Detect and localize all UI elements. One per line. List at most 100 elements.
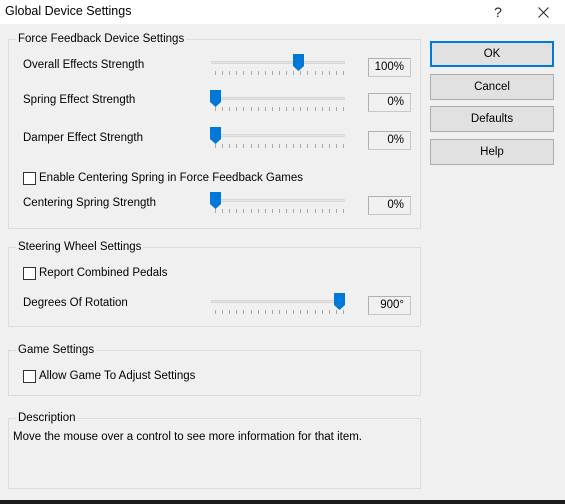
slider-track[interactable] bbox=[211, 97, 345, 100]
slider-ticks bbox=[215, 107, 344, 111]
slider-thumb[interactable] bbox=[293, 54, 305, 71]
slider-tick bbox=[250, 107, 252, 111]
slider-tick bbox=[215, 71, 216, 75]
slider-tick bbox=[307, 144, 309, 148]
slider-tick bbox=[257, 144, 259, 148]
cancel-button[interactable]: Cancel bbox=[430, 74, 554, 100]
slider-tick bbox=[314, 209, 316, 213]
slider-tick bbox=[328, 310, 330, 314]
slider-tick bbox=[229, 310, 231, 314]
spring-effect-label: Spring Effect Strength bbox=[23, 94, 136, 106]
report-combined-pedals-label: Report Combined Pedals bbox=[39, 267, 168, 279]
slider-thumb[interactable] bbox=[210, 192, 221, 209]
slider-tick bbox=[222, 107, 224, 111]
degrees-of-rotation-value: 900° bbox=[368, 296, 411, 315]
slider-tick bbox=[335, 144, 337, 148]
damper-effect-slider[interactable] bbox=[210, 127, 347, 153]
slider-tick bbox=[321, 310, 323, 314]
description-text: Move the mouse over a control to see mor… bbox=[13, 431, 362, 443]
slider-tick bbox=[250, 71, 252, 75]
slider-tick bbox=[264, 107, 266, 111]
checkbox-box[interactable] bbox=[23, 171, 36, 185]
slider-tick bbox=[215, 107, 216, 111]
slider-tick bbox=[264, 209, 266, 213]
close-icon bbox=[537, 6, 549, 18]
slider-tick bbox=[300, 209, 302, 213]
slider-tick bbox=[257, 310, 259, 314]
allow-game-adjust-checkbox[interactable]: Allow Game To Adjust Settings bbox=[23, 369, 195, 383]
allow-game-adjust-label: Allow Game To Adjust Settings bbox=[39, 370, 196, 382]
slider-tick bbox=[314, 107, 316, 111]
slider-ticks bbox=[215, 144, 344, 148]
slider-tick bbox=[264, 310, 266, 314]
slider-ticks bbox=[215, 71, 344, 75]
overall-effects-label: Overall Effects Strength bbox=[23, 59, 145, 71]
slider-tick bbox=[321, 71, 323, 75]
slider-tick bbox=[343, 107, 344, 111]
slider-tick bbox=[328, 209, 330, 213]
slider-tick bbox=[250, 310, 252, 314]
slider-tick bbox=[293, 144, 295, 148]
slider-tick bbox=[307, 71, 309, 75]
description-group-label: Description bbox=[16, 411, 78, 425]
slider-tick bbox=[257, 107, 259, 111]
close-button[interactable] bbox=[523, 0, 563, 24]
slider-tick bbox=[215, 209, 216, 213]
report-combined-pedals-checkbox[interactable]: Report Combined Pedals bbox=[23, 266, 168, 280]
slider-tick bbox=[300, 144, 302, 148]
damper-effect-label: Damper Effect Strength bbox=[23, 132, 143, 144]
slider-tick bbox=[343, 71, 344, 75]
slider-tick bbox=[236, 144, 238, 148]
slider-tick bbox=[271, 144, 273, 148]
slider-tick bbox=[293, 209, 295, 213]
defaults-button[interactable]: Defaults bbox=[430, 106, 554, 132]
slider-tick bbox=[286, 310, 288, 314]
overall-effects-slider[interactable] bbox=[211, 54, 347, 80]
centering-spring-value: 0% bbox=[368, 196, 411, 215]
game-settings-group-label: Game Settings bbox=[16, 343, 97, 357]
slider-track[interactable] bbox=[211, 61, 345, 64]
checkbox-box[interactable] bbox=[23, 266, 36, 280]
slider-tick bbox=[293, 71, 295, 75]
slider-tick bbox=[286, 107, 288, 111]
description-group: Description bbox=[8, 411, 421, 489]
slider-tick bbox=[314, 310, 316, 314]
slider-track[interactable] bbox=[211, 199, 345, 202]
slider-tick bbox=[222, 209, 224, 213]
slider-tick bbox=[215, 310, 216, 314]
help-button[interactable]: Help bbox=[430, 139, 554, 165]
overall-effects-value: 100% bbox=[368, 58, 411, 77]
slider-tick bbox=[328, 144, 330, 148]
slider-tick bbox=[279, 209, 280, 213]
help-title-button[interactable]: ? bbox=[478, 0, 518, 24]
slider-tick bbox=[307, 107, 309, 111]
slider-tick bbox=[271, 209, 273, 213]
slider-tick bbox=[229, 144, 231, 148]
slider-tick bbox=[222, 71, 224, 75]
slider-tick bbox=[335, 209, 337, 213]
ok-button[interactable]: OK bbox=[430, 41, 554, 67]
checkbox-box[interactable] bbox=[23, 369, 36, 383]
slider-thumb[interactable] bbox=[334, 293, 346, 310]
enable-centering-spring-label: Enable Centering Spring in Force Feedbac… bbox=[39, 172, 304, 184]
slider-tick bbox=[271, 71, 273, 75]
slider-tick bbox=[243, 144, 245, 148]
centering-spring-slider[interactable] bbox=[210, 192, 347, 218]
enable-centering-spring-checkbox[interactable]: Enable Centering Spring in Force Feedbac… bbox=[23, 171, 303, 185]
slider-tick bbox=[264, 144, 266, 148]
question-icon: ? bbox=[494, 4, 502, 20]
slider-thumb[interactable] bbox=[210, 90, 221, 107]
damper-effect-value: 0% bbox=[368, 131, 411, 150]
slider-tick bbox=[343, 310, 344, 314]
slider-tick bbox=[257, 71, 259, 75]
slider-tick bbox=[328, 107, 330, 111]
slider-tick bbox=[222, 310, 224, 314]
slider-thumb[interactable] bbox=[210, 127, 221, 144]
slider-tick bbox=[307, 209, 309, 213]
degrees-of-rotation-slider[interactable] bbox=[211, 293, 347, 319]
slider-track[interactable] bbox=[211, 300, 345, 303]
slider-track[interactable] bbox=[211, 134, 345, 137]
spring-effect-slider[interactable] bbox=[210, 90, 347, 116]
slider-tick bbox=[343, 144, 344, 148]
slider-tick bbox=[215, 144, 216, 148]
